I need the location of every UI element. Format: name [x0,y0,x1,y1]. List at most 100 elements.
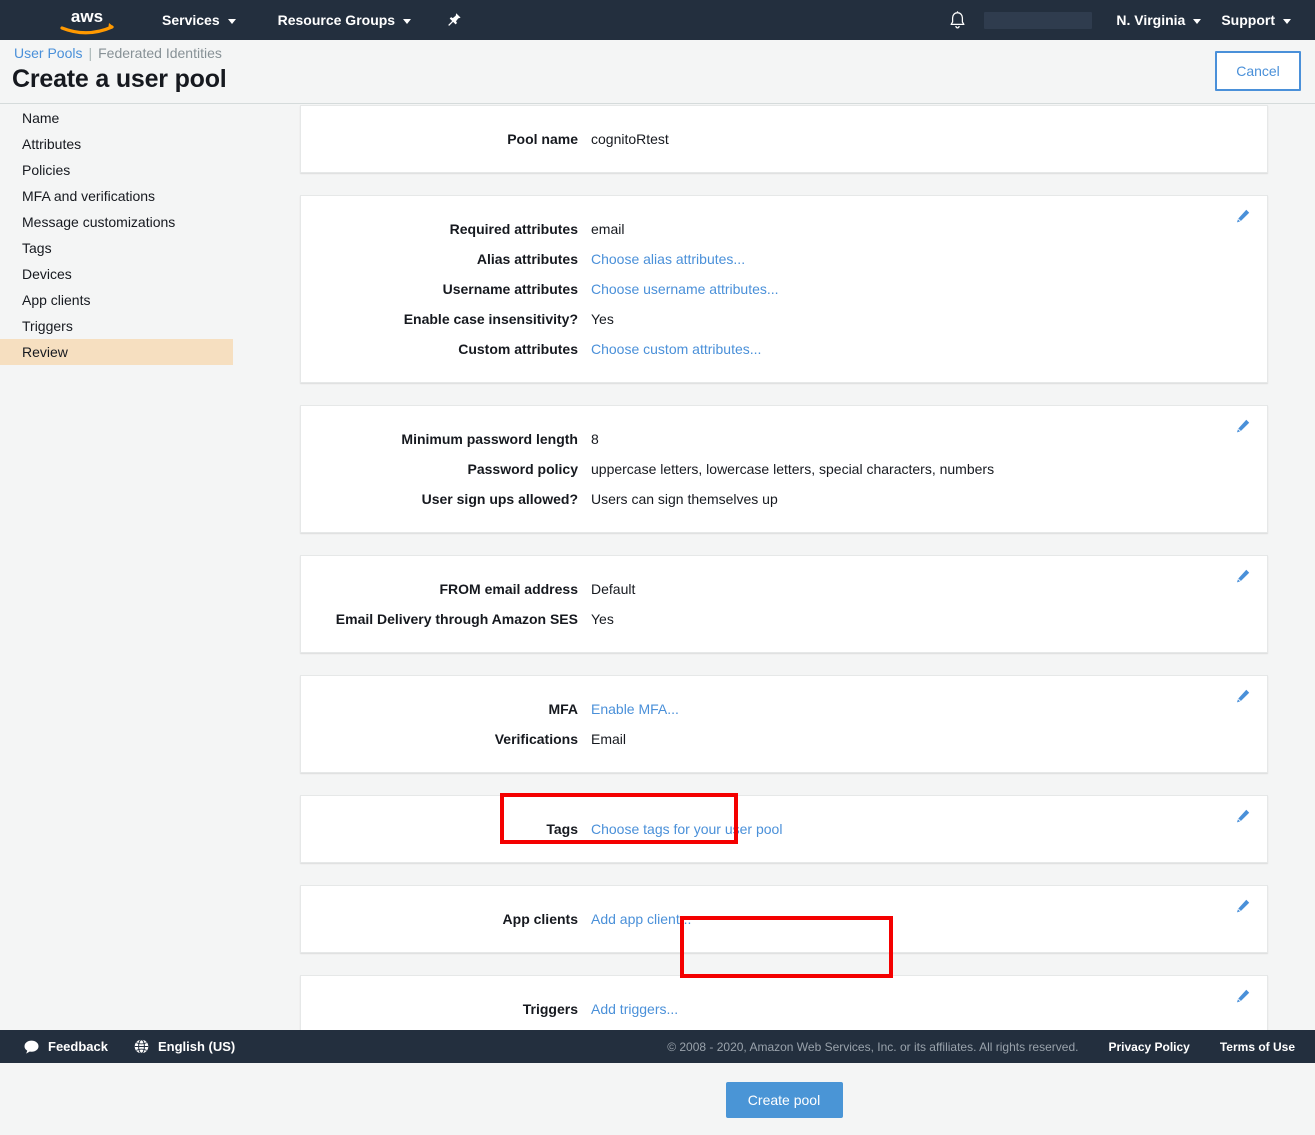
edit-pencil-icon[interactable] [1233,986,1253,1006]
sidebar-item-triggers[interactable]: Triggers [0,313,233,339]
add-triggers-link[interactable]: Add triggers... [591,994,678,1024]
nav-region-label: N. Virginia [1116,12,1185,28]
page-title: Create a user pool [12,65,227,94]
sidebar-item-message-customizations[interactable]: Message customizations [0,209,233,235]
summary-row: Enable case insensitivity? Yes [301,304,1267,334]
row-value: Yes [591,604,614,634]
summary-row: User sign ups allowed? Users can sign th… [301,484,1267,514]
summary-row: Triggers Add triggers... [301,994,1267,1024]
sidebar-item-review[interactable]: Review [0,339,233,365]
chevron-down-icon [1283,19,1291,24]
card-tags: Tags Choose tags for your user pool [300,795,1268,863]
chevron-down-icon [228,19,236,24]
edit-pencil-icon[interactable] [1233,896,1253,916]
nav-support-menu[interactable]: Support [1211,0,1301,40]
sidebar-item-app-clients[interactable]: App clients [0,287,233,313]
sidebar-item-label: Policies [22,162,70,178]
row-label: Verifications [301,724,591,754]
row-label: User sign ups allowed? [301,484,591,514]
sidebar-item-label: Review [22,344,68,360]
row-label: Minimum password length [301,424,591,454]
row-value: Users can sign themselves up [591,484,778,514]
card-attributes: Required attributes email Alias attribut… [300,195,1268,383]
card-policies: Minimum password length 8 Password polic… [300,405,1268,533]
breadcrumb-separator: | [88,45,92,61]
sidebar-item-name[interactable]: Name [0,105,233,131]
wizard-sidebar: Name Attributes Policies MFA and verific… [0,105,233,365]
summary-row: App clients Add app client... [301,904,1267,934]
row-label: Enable case insensitivity? [301,304,591,334]
row-label: FROM email address [301,574,591,604]
pin-icon[interactable] [441,0,467,40]
choose-username-attributes-link[interactable]: Choose username attributes... [591,274,779,304]
sidebar-item-policies[interactable]: Policies [0,157,233,183]
privacy-policy-link[interactable]: Privacy Policy [1108,1040,1189,1054]
summary-row: FROM email address Default [301,574,1267,604]
create-pool-action-area: Create pool [300,1065,1268,1135]
create-pool-button[interactable]: Create pool [726,1082,843,1118]
summary-row: Username attributes Choose username attr… [301,274,1267,304]
bell-icon[interactable] [940,0,974,40]
edit-pencil-icon[interactable] [1233,566,1253,586]
card-app-clients: App clients Add app client... [300,885,1268,953]
row-value: Yes [591,304,614,334]
row-label: MFA [301,694,591,724]
sidebar-item-devices[interactable]: Devices [0,261,233,287]
sidebar-item-label: App clients [22,292,90,308]
sidebar-item-attributes[interactable]: Attributes [0,131,233,157]
card-mfa-verifications: MFA Enable MFA... Verifications Email [300,675,1268,773]
sidebar-item-label: Message customizations [22,214,175,230]
breadcrumb-user-pools[interactable]: User Pools [14,45,82,61]
row-value: Email [591,724,626,754]
top-navigation-bar: aws Services Resource Groups N. Virginia [0,0,1315,40]
row-value: 8 [591,424,599,454]
review-summary-panel: Pool name cognitoRtest Required attribut… [300,105,1268,1135]
row-value: Default [591,574,635,604]
language-selector[interactable]: English (US) [134,1039,235,1054]
summary-row: MFA Enable MFA... [301,694,1267,724]
row-label: Tags [301,814,591,844]
cancel-button[interactable]: Cancel [1215,51,1301,91]
summary-row: Password policy uppercase letters, lower… [301,454,1267,484]
nav-services-label: Services [162,12,220,28]
row-label: Email Delivery through Amazon SES [301,604,591,634]
breadcrumb-federated-identities[interactable]: Federated Identities [98,45,222,61]
summary-row: Minimum password length 8 [301,424,1267,454]
choose-custom-attributes-link[interactable]: Choose custom attributes... [591,334,761,364]
terms-of-use-link[interactable]: Terms of Use [1220,1040,1295,1054]
edit-pencil-icon[interactable] [1233,686,1253,706]
summary-row: Tags Choose tags for your user pool [301,814,1267,844]
account-name-redacted[interactable] [984,12,1092,29]
row-label: Pool name [301,124,591,154]
aws-logo[interactable]: aws [56,3,118,37]
chevron-down-icon [403,19,411,24]
sidebar-item-label: Attributes [22,136,81,152]
enable-mfa-link[interactable]: Enable MFA... [591,694,679,724]
row-label: Password policy [301,454,591,484]
row-value: cognitoRtest [591,124,669,154]
sidebar-item-label: MFA and verifications [22,188,155,204]
row-label: Required attributes [301,214,591,244]
speech-bubble-icon [24,1040,39,1054]
row-label: Alias attributes [301,244,591,274]
feedback-link[interactable]: Feedback [24,1039,108,1054]
nav-services[interactable]: Services [152,0,246,40]
choose-tags-link[interactable]: Choose tags for your user pool [591,814,782,844]
summary-row: Verifications Email [301,724,1267,754]
edit-pencil-icon[interactable] [1233,806,1253,826]
sidebar-item-tags[interactable]: Tags [0,235,233,261]
choose-alias-attributes-link[interactable]: Choose alias attributes... [591,244,745,274]
row-label: Triggers [301,994,591,1024]
language-label: English (US) [158,1039,235,1054]
sidebar-item-mfa-and-verifications[interactable]: MFA and verifications [0,183,233,209]
top-nav-right-group: N. Virginia Support [940,0,1315,40]
edit-pencil-icon[interactable] [1233,206,1253,226]
add-app-client-link[interactable]: Add app client... [591,904,691,934]
nav-resource-groups[interactable]: Resource Groups [268,0,421,40]
summary-row: Email Delivery through Amazon SES Yes [301,604,1267,634]
sidebar-item-label: Name [22,110,59,126]
nav-region-selector[interactable]: N. Virginia [1106,0,1211,40]
summary-row: Pool name cognitoRtest [301,124,1267,154]
edit-pencil-icon[interactable] [1233,416,1253,436]
row-value: uppercase letters, lowercase letters, sp… [591,454,994,484]
